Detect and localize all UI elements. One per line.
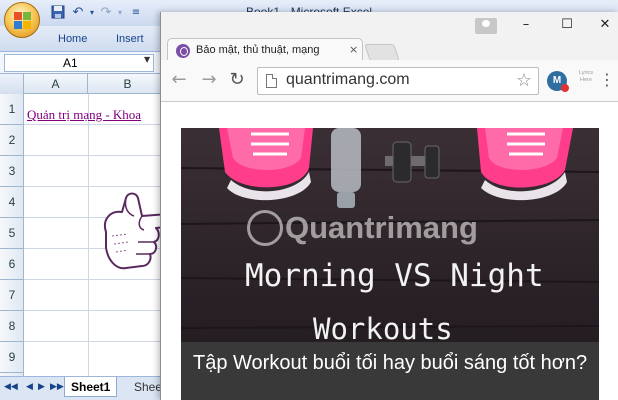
image-headline-line-2: Workouts	[313, 312, 453, 346]
ribbon-tab-home[interactable]: Home	[58, 33, 87, 45]
watermark-logo-icon	[247, 210, 283, 246]
office-logo-icon	[14, 12, 31, 29]
cell-a1-hyperlink[interactable]: Quản trị mạng - Khoa	[27, 107, 141, 123]
tab-close-icon[interactable]: ×	[349, 43, 358, 56]
ribbon-tab-insert[interactable]: Insert	[116, 33, 144, 45]
row-header-3[interactable]: 3	[0, 156, 24, 187]
name-box-dropdown-icon[interactable]: ▼	[144, 55, 150, 64]
new-tab-button[interactable]	[364, 44, 400, 61]
gridline	[88, 94, 89, 376]
minimize-button[interactable]: –	[516, 16, 536, 34]
customize-toolbar-icon[interactable]: ≡	[128, 5, 144, 21]
chrome-window: Bảo mật, thủ thuật, mạng × – ☐ ✕ ← → ↻ q…	[160, 12, 618, 400]
chrome-menu-icon[interactable]: ⋮	[599, 72, 615, 88]
row-header-7[interactable]: 7	[0, 280, 24, 311]
extension-badge-icon	[561, 84, 569, 92]
office-button[interactable]	[4, 2, 40, 38]
forward-button[interactable]: →	[199, 70, 219, 90]
site-favicon-icon	[176, 44, 190, 58]
page-info-icon[interactable]	[266, 74, 277, 88]
address-bar[interactable]: quantrimang.com ☆	[257, 67, 539, 95]
maximize-button[interactable]: ☐	[557, 16, 577, 34]
save-icon[interactable]	[50, 5, 66, 21]
next-sheet-icon[interactable]: ▶	[38, 382, 45, 392]
prev-sheet-icon[interactable]: ◀	[26, 382, 33, 392]
row-header-6[interactable]: 6	[0, 249, 24, 280]
select-all-corner[interactable]	[0, 74, 24, 94]
bookmark-star-icon[interactable]: ☆	[516, 70, 532, 91]
article-card[interactable]: Quantrimang Morning VS Night Workouts Tậ…	[181, 128, 599, 400]
chrome-tab-strip: Bảo mật, thủ thuật, mạng × – ☐ ✕	[161, 12, 618, 62]
reload-button[interactable]: ↻	[227, 70, 247, 90]
page-viewport[interactable]: Quantrimang Morning VS Night Workouts Tậ…	[161, 102, 618, 400]
back-button[interactable]: ←	[169, 70, 189, 90]
lyrics-extension-icon[interactable]: Lyrics Here	[575, 70, 597, 92]
address-bar-url[interactable]: quantrimang.com	[286, 71, 410, 89]
article-title-link[interactable]: Tập Workout buổi tối hay buổi sáng tốt h…	[193, 350, 593, 376]
column-header-b[interactable]: B	[88, 74, 168, 94]
row-header-4[interactable]: 4	[0, 187, 24, 218]
close-window-button[interactable]: ✕	[595, 16, 615, 34]
sheet-tab-sheet1[interactable]: Sheet1	[64, 377, 118, 397]
browser-toolbar: ← → ↻ quantrimang.com ☆ M Lyrics Here ⋮	[161, 60, 618, 102]
row-header-2[interactable]: 2	[0, 125, 24, 156]
redo-dropdown-icon[interactable]: ▾	[112, 5, 128, 21]
first-sheet-icon[interactable]: ◀◀	[4, 382, 18, 392]
row-header-5[interactable]: 5	[0, 218, 24, 249]
row-header-bar: 1 2 3 4 5 6 7 8 9	[0, 94, 24, 376]
browser-tab-active[interactable]: Bảo mật, thủ thuật, mạng ×	[167, 38, 363, 62]
last-sheet-icon[interactable]: ▶▶	[50, 382, 64, 392]
desktop: ↶ ▾ ↷ ▾ ≡ Book1 - Microsoft Excel Home I…	[0, 0, 618, 400]
profile-icon[interactable]	[475, 18, 497, 34]
browser-tab-title: Bảo mật, thủ thuật, mạng	[196, 44, 320, 56]
row-header-9[interactable]: 9	[0, 342, 24, 373]
row-header-1[interactable]: 1	[0, 94, 24, 125]
name-box[interactable]: A1	[4, 54, 154, 72]
row-header-8[interactable]: 8	[0, 311, 24, 342]
column-header-a[interactable]: A	[24, 74, 88, 94]
site-watermark: Quantrimang	[285, 210, 478, 245]
image-headline-line-1: Morning VS Night	[245, 258, 544, 294]
article-caption-bar[interactable]: Tập Workout buổi tối hay buổi sáng tốt h…	[181, 342, 599, 400]
